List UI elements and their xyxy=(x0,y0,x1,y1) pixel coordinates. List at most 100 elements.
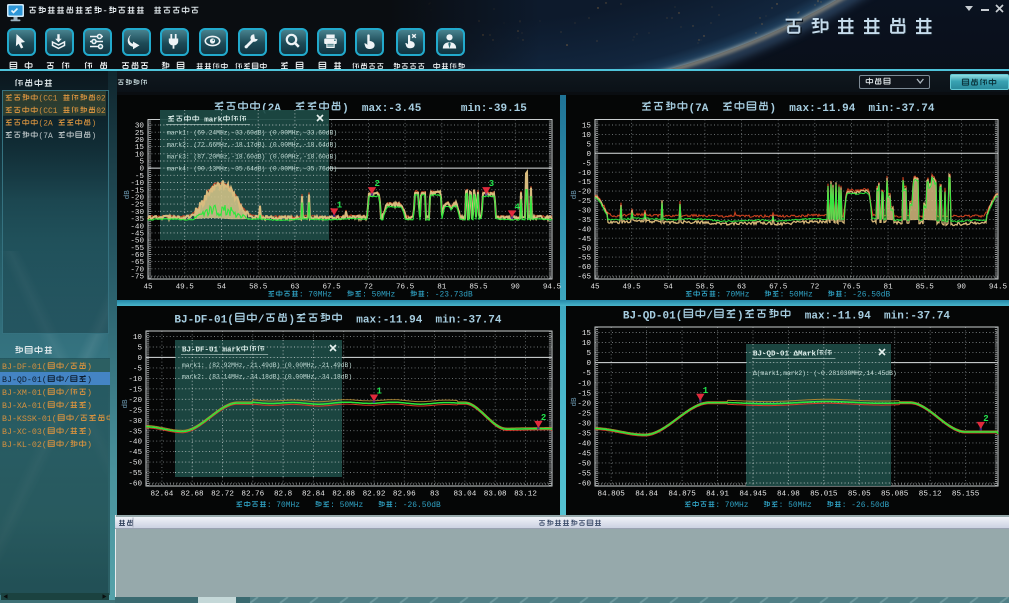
svg-text:54: 54 xyxy=(664,284,674,292)
svg-text:-5: -5 xyxy=(582,370,592,378)
svg-text:10: 10 xyxy=(582,340,592,348)
svg-text:mark4:: mark4: xyxy=(167,166,190,173)
svg-text:82.8: 82.8 xyxy=(274,491,293,499)
svg-text:-20: -20 xyxy=(577,189,591,197)
svg-text:-40: -40 xyxy=(577,226,591,234)
svg-text:-30: -30 xyxy=(128,418,142,426)
svg-text:dB: dB xyxy=(122,399,130,409)
svg-text:83.12: 83.12 xyxy=(514,491,537,499)
svg-text:2: 2 xyxy=(375,179,380,189)
svg-text:-40: -40 xyxy=(577,441,591,449)
svg-text:mark1:: mark1: xyxy=(167,130,190,137)
svg-text:-15: -15 xyxy=(577,390,591,398)
svg-text:max:-11.94: max:-11.94 xyxy=(789,103,855,115)
svg-text:2: 2 xyxy=(541,413,546,423)
svg-text:-50: -50 xyxy=(128,460,142,468)
svg-text:84.945: 84.945 xyxy=(739,491,767,499)
svg-text:mark1:: mark1: xyxy=(182,362,205,369)
svg-text:50MHz: 50MHz xyxy=(372,291,396,300)
svg-text:-55: -55 xyxy=(577,471,591,479)
svg-text:45: 45 xyxy=(143,284,153,292)
svg-text:5: 5 xyxy=(137,345,142,353)
svg-text:58.5: 58.5 xyxy=(696,284,715,292)
svg-text:1: 1 xyxy=(337,200,343,210)
svg-text:-23.73dB: -23.73dB xyxy=(435,291,473,300)
svg-text:-75: -75 xyxy=(130,274,144,282)
svg-text::: : xyxy=(715,501,720,510)
svg-text:0: 0 xyxy=(586,360,591,368)
svg-text:max:-11.94: max:-11.94 xyxy=(356,315,422,327)
svg-text:50MHz: 50MHz xyxy=(788,501,812,510)
svg-text:70MHz: 70MHz xyxy=(276,501,300,510)
svg-text:max:-11.94: max:-11.94 xyxy=(805,311,871,323)
svg-text::: : xyxy=(393,501,398,510)
svg-text:BJ-DF-01: BJ-DF-01 xyxy=(182,347,219,355)
svg-text::: : xyxy=(267,501,272,510)
svg-text:(0.00MHz,-35.76dB): (0.00MHz,-35.76dB) xyxy=(269,166,337,173)
svg-text:1: 1 xyxy=(377,387,383,397)
svg-text:45: 45 xyxy=(590,284,600,292)
svg-text:54: 54 xyxy=(217,284,227,292)
svg-text:-60: -60 xyxy=(577,264,591,272)
svg-text:-25: -25 xyxy=(577,198,591,206)
svg-text:dB: dB xyxy=(571,397,579,407)
svg-text:-40: -40 xyxy=(128,439,142,447)
svg-text:0: 0 xyxy=(586,151,591,159)
svg-text:-55: -55 xyxy=(577,255,591,263)
svg-text:ΔMark: ΔMark xyxy=(794,351,817,359)
svg-text:82.96: 82.96 xyxy=(393,491,416,499)
svg-text:85.12: 85.12 xyxy=(919,491,942,499)
svg-text:67.5: 67.5 xyxy=(769,284,788,292)
svg-text:-26.50dB: -26.50dB xyxy=(851,501,889,510)
svg-text::: : xyxy=(330,501,335,510)
svg-text:-20: -20 xyxy=(128,397,142,405)
svg-text::: : xyxy=(843,291,848,300)
svg-text:(87.20MHz,-18.60dB): (87.20MHz,-18.60dB) xyxy=(194,154,266,161)
svg-text:84.875: 84.875 xyxy=(668,491,696,499)
svg-text:min:-37.74: min:-37.74 xyxy=(869,103,935,115)
svg-text:70MHz: 70MHz xyxy=(725,501,749,510)
svg-text:84.805: 84.805 xyxy=(598,491,626,499)
svg-text:(0.00MHz,-33.60dB): (0.00MHz,-33.60dB) xyxy=(269,130,337,137)
svg-text:): ) xyxy=(289,315,296,327)
svg-text:(0.00MHz,-34.18dB): (0.00MHz,-34.18dB) xyxy=(284,373,352,380)
svg-text:-60: -60 xyxy=(128,481,142,489)
svg-text:): ) xyxy=(737,311,744,323)
svg-text:(0.00MHz,-21.49dB): (0.00MHz,-21.49dB) xyxy=(284,362,352,369)
svg-text:49.5: 49.5 xyxy=(622,284,641,292)
svg-text:-45: -45 xyxy=(577,451,591,459)
svg-text:82.72: 82.72 xyxy=(211,491,234,499)
svg-text:Δ(mark1,mark2):: Δ(mark1,mark2): xyxy=(753,370,810,377)
svg-text:82.64: 82.64 xyxy=(151,491,174,499)
svg-text:(82.92MHz,-21.49dB): (82.92MHz,-21.49dB) xyxy=(209,362,281,369)
svg-text:50MHz: 50MHz xyxy=(789,291,813,300)
svg-text:-50: -50 xyxy=(577,461,591,469)
svg-text:-45: -45 xyxy=(128,449,142,457)
svg-text:94.5: 94.5 xyxy=(989,284,1008,292)
svg-text:dB: dB xyxy=(571,190,579,200)
svg-text:-35: -35 xyxy=(577,217,591,225)
svg-text:5: 5 xyxy=(586,142,591,150)
svg-text:(90.13MHz,-35.64dB): (90.13MHz,-35.64dB) xyxy=(194,166,266,173)
svg-text:/: / xyxy=(258,315,265,327)
svg-text:-20: -20 xyxy=(577,400,591,408)
svg-text:-5: -5 xyxy=(133,366,143,374)
svg-text:-10: -10 xyxy=(577,380,591,388)
svg-text:0: 0 xyxy=(137,355,142,363)
svg-text:(83.14MHz,-34.18dB): (83.14MHz,-34.18dB) xyxy=(209,373,281,380)
svg-text:4: 4 xyxy=(515,202,521,212)
svg-text:(0.00MHz,-18.64dB): (0.00MHz,-18.64dB) xyxy=(269,142,337,149)
svg-text:70MHz: 70MHz xyxy=(308,291,332,300)
svg-text::: : xyxy=(780,291,785,300)
svg-text:mark3:: mark3: xyxy=(167,154,190,161)
svg-text:84.98: 84.98 xyxy=(777,491,800,499)
svg-text:-55: -55 xyxy=(128,470,142,478)
svg-text::: : xyxy=(362,291,367,300)
svg-text:82.76: 82.76 xyxy=(241,491,264,499)
svg-text::: : xyxy=(842,501,847,510)
svg-text:-30: -30 xyxy=(577,208,591,216)
svg-text:mark: mark xyxy=(223,347,242,355)
svg-text:84.91: 84.91 xyxy=(706,491,729,499)
svg-text:3: 3 xyxy=(489,179,494,189)
svg-text:2: 2 xyxy=(983,414,988,424)
